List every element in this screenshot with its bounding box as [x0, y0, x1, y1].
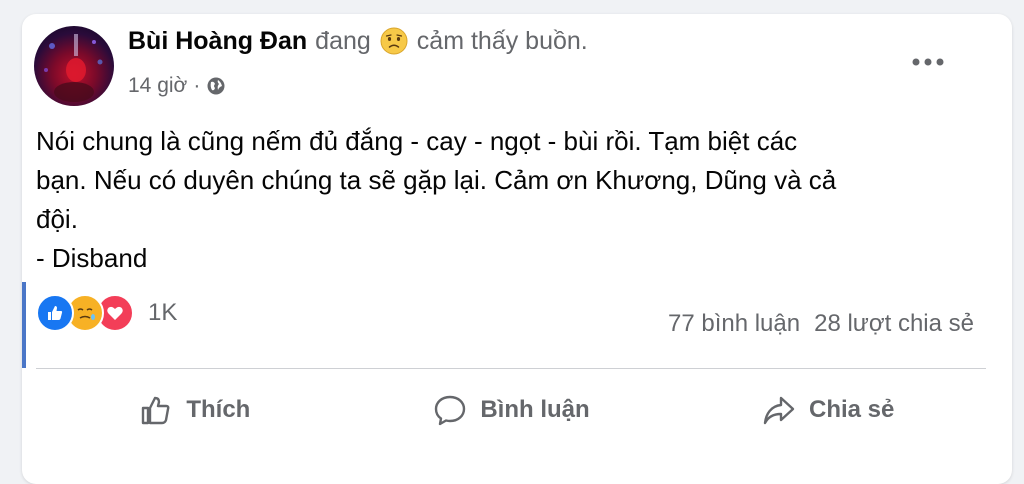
share-label: Chia sẻ [808, 396, 895, 423]
sad-face-icon [379, 26, 409, 56]
share-count[interactable]: 28 lượt chia sẻ [814, 310, 974, 338]
more-options-button[interactable] [906, 44, 950, 80]
author-name[interactable]: Bùi Hoàng Đan [128, 27, 307, 56]
post-meta: 14 giờ · [128, 74, 226, 98]
author-line: Bùi Hoàng Đan đang cảm thấy buồn. [128, 26, 588, 56]
comment-count[interactable]: 77 bình luận [668, 310, 800, 338]
feeling-text[interactable]: cảm thấy buồn. [417, 27, 588, 56]
comment-label: Bình luận [480, 396, 590, 423]
focus-indicator [22, 282, 26, 368]
like-label: Thích [186, 396, 251, 423]
post-body: Nói chung là cũng nếm đủ đắng - cay - ng… [36, 126, 837, 273]
reaction-count[interactable]: 1K [148, 299, 177, 327]
comment-icon [435, 395, 466, 426]
post-actions: Thích Bình luận Chia sẻ [36, 370, 986, 450]
thumbs-up-icon [142, 396, 170, 425]
comment-button[interactable]: Bình luận [353, 370, 670, 450]
meta-separator: · [193, 74, 201, 97]
reaction-summary[interactable]: 1K [36, 294, 177, 332]
like-button[interactable]: Thích [36, 370, 353, 450]
avatar[interactable] [34, 26, 114, 106]
share-button[interactable]: Chia sẻ [669, 370, 986, 450]
post-timestamp[interactable]: 14 giờ [128, 74, 187, 98]
globe-icon[interactable] [206, 76, 226, 96]
share-icon [763, 396, 795, 425]
post-stats: 77 bình luận 28 lượt chia sẻ [668, 310, 974, 338]
feeling-prefix: đang [315, 26, 371, 55]
more-options-icon [912, 58, 944, 66]
like-icon [36, 294, 74, 332]
actions-divider-top [36, 368, 986, 369]
